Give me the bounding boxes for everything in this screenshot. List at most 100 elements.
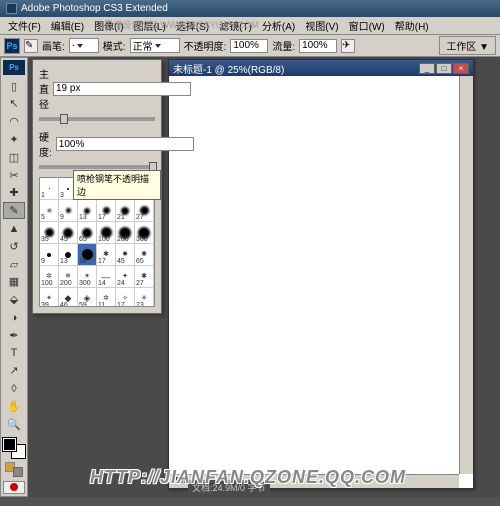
toolbox-header-icon: Ps	[3, 60, 25, 75]
flow-input[interactable]	[299, 39, 337, 53]
brush-preset[interactable]: ✶300	[78, 266, 97, 288]
minimize-button[interactable]: _	[419, 63, 435, 74]
wand-tool[interactable]: ✦	[3, 131, 25, 148]
brush-preset[interactable]: ✸45	[116, 244, 135, 266]
menu-window[interactable]: 窗口(W)	[345, 17, 389, 34]
brush-picker-panel: 主直径 硬度: 13591319591317212735456510020030…	[32, 59, 162, 314]
menu-edit[interactable]: 编辑(E)	[47, 17, 88, 34]
type-tool[interactable]: T	[3, 345, 25, 362]
brush-label: 画笔:	[42, 38, 65, 53]
brush-preset[interactable]: 100	[97, 222, 116, 244]
hardness-label: 硬度:	[39, 129, 52, 159]
healing-tool[interactable]: ✚	[3, 185, 25, 202]
options-bar: Ps ✎ 画笔: · 模式: 正常 不透明度: 流量: ✈ 工作区 ▼	[0, 35, 500, 57]
move-tool[interactable]: ↖	[3, 96, 25, 113]
quickmask-button[interactable]	[3, 481, 25, 494]
brush-tool-icon: ✎	[24, 39, 38, 53]
brush-preset[interactable]: 5	[40, 200, 59, 222]
brush-preset[interactable]: 45	[59, 222, 78, 244]
brush-tooltip: 喷枪钢笔不透明描边	[73, 170, 161, 200]
app-icon	[6, 3, 17, 14]
main-area: Ps ▯ ↖ ◠ ✦ ◫ ✂ ✚ ✎ ▲ ↺ ▱ ▦ ⬙ ◑ ✒ T ↗ ◊ ✋…	[0, 57, 500, 497]
flow-label: 流量:	[272, 38, 295, 53]
diameter-input[interactable]	[53, 82, 191, 96]
foreground-color[interactable]	[3, 438, 16, 451]
crop-tool[interactable]: ◫	[3, 149, 25, 166]
document-titlebar[interactable]: 未标题-1 @ 25%(RGB/8) _ □ ×	[169, 60, 473, 76]
vertical-scrollbar[interactable]	[459, 76, 473, 474]
maximize-button[interactable]: □	[436, 63, 452, 74]
menu-help[interactable]: 帮助(H)	[391, 17, 433, 34]
menu-bar: 文件(F) 编辑(E) 图像(I) 图层(L) 选择(S) 滤镜(T) 分析(A…	[0, 17, 500, 35]
brush-preset[interactable]: 13	[59, 244, 78, 266]
brush-preset[interactable]: ✺65	[135, 244, 154, 266]
brush-preset[interactable]: —14	[97, 266, 116, 288]
blend-mode-dropdown[interactable]: 正常	[130, 38, 180, 53]
brush-preset[interactable]: ✲100	[40, 266, 59, 288]
brush-preset[interactable]: ✱17	[97, 244, 116, 266]
path-tool[interactable]: ↗	[3, 363, 25, 380]
brush-preset[interactable]: 200	[116, 222, 135, 244]
app-title: Adobe Photoshop CS3 Extended	[21, 3, 168, 14]
marquee-tool[interactable]: ▯	[3, 78, 25, 95]
brush-preset[interactable]: ◈59	[78, 288, 97, 307]
brush-preset[interactable]: 1	[40, 178, 59, 200]
lasso-tool[interactable]: ◠	[3, 113, 25, 130]
shape-tool[interactable]: ◊	[3, 380, 25, 397]
brush-preset[interactable]: 65	[78, 222, 97, 244]
brush-preset[interactable]: ✵200	[59, 266, 78, 288]
brush-preset[interactable]: 19	[78, 244, 97, 266]
canvas[interactable]	[169, 76, 473, 488]
brush-preset[interactable]: ✳23	[135, 288, 154, 307]
brush-preset[interactable]: ✱27	[135, 266, 154, 288]
brush-preset[interactable]: 9	[59, 200, 78, 222]
brush-preset[interactable]: 9	[40, 244, 59, 266]
eraser-tool[interactable]: ▱	[3, 256, 25, 273]
watermark-text: 思缘设计论坛 WWW.MISSYUAN.COM	[100, 17, 263, 32]
brush-preset[interactable]: 13	[78, 200, 97, 222]
brush-tool[interactable]: ✎	[3, 202, 25, 219]
history-brush-tool[interactable]: ↺	[3, 238, 25, 255]
brush-preset[interactable]: ◆46	[59, 288, 78, 307]
zoom-tool[interactable]: 🔍	[3, 416, 25, 433]
workspace-button[interactable]: 工作区 ▼	[439, 36, 496, 55]
color-swatch[interactable]	[3, 438, 25, 458]
dodge-tool[interactable]: ◑	[3, 309, 25, 326]
diameter-label: 主直径	[39, 66, 49, 111]
brush-preset-dropdown[interactable]: ·	[69, 38, 99, 53]
workspace: 主直径 硬度: 13591319591317212735456510020030…	[28, 57, 500, 497]
brush-preset[interactable]: 17	[97, 200, 116, 222]
pen-tool[interactable]: ✒	[3, 327, 25, 344]
menu-file[interactable]: 文件(F)	[4, 17, 45, 34]
opacity-input[interactable]	[230, 39, 268, 53]
brush-preset[interactable]: 300	[135, 222, 154, 244]
brush-preset[interactable]: 27	[135, 200, 154, 222]
brush-preset[interactable]: ✧17	[116, 288, 135, 307]
slice-tool[interactable]: ✂	[3, 167, 25, 184]
hardness-slider[interactable]	[39, 165, 155, 169]
menu-analysis[interactable]: 分析(A)	[258, 17, 299, 34]
brush-preset[interactable]: 35	[40, 222, 59, 244]
ps-logo-icon: Ps	[4, 38, 20, 54]
document-window: 未标题-1 @ 25%(RGB/8) _ □ × 25%	[168, 59, 474, 489]
brush-preset[interactable]: ✴39	[40, 288, 59, 307]
diameter-slider[interactable]	[39, 117, 155, 121]
toolbox: Ps ▯ ↖ ◠ ✦ ◫ ✂ ✚ ✎ ▲ ↺ ▱ ▦ ⬙ ◑ ✒ T ↗ ◊ ✋…	[0, 57, 28, 497]
hardness-input[interactable]	[56, 137, 194, 151]
gradient-tool[interactable]: ▦	[3, 274, 25, 291]
hand-tool[interactable]: ✋	[3, 398, 25, 415]
opacity-label: 不透明度:	[184, 38, 227, 53]
close-button[interactable]: ×	[453, 63, 469, 74]
menu-view[interactable]: 视图(V)	[301, 17, 342, 34]
url-watermark: HTTP://JIANFAN.QZONE.QQ.COM	[90, 467, 406, 488]
window-controls: _ □ ×	[419, 63, 469, 74]
brush-preset[interactable]: ✲11	[97, 288, 116, 307]
brush-preset[interactable]: ✦24	[116, 266, 135, 288]
mode-label: 模式:	[103, 38, 126, 53]
blur-tool[interactable]: ⬙	[3, 291, 25, 308]
airbrush-icon[interactable]: ✈	[341, 39, 355, 53]
secondary-swatch	[3, 461, 25, 478]
brush-preset[interactable]: 21	[116, 200, 135, 222]
title-bar: Adobe Photoshop CS3 Extended	[0, 0, 500, 17]
stamp-tool[interactable]: ▲	[3, 220, 25, 237]
